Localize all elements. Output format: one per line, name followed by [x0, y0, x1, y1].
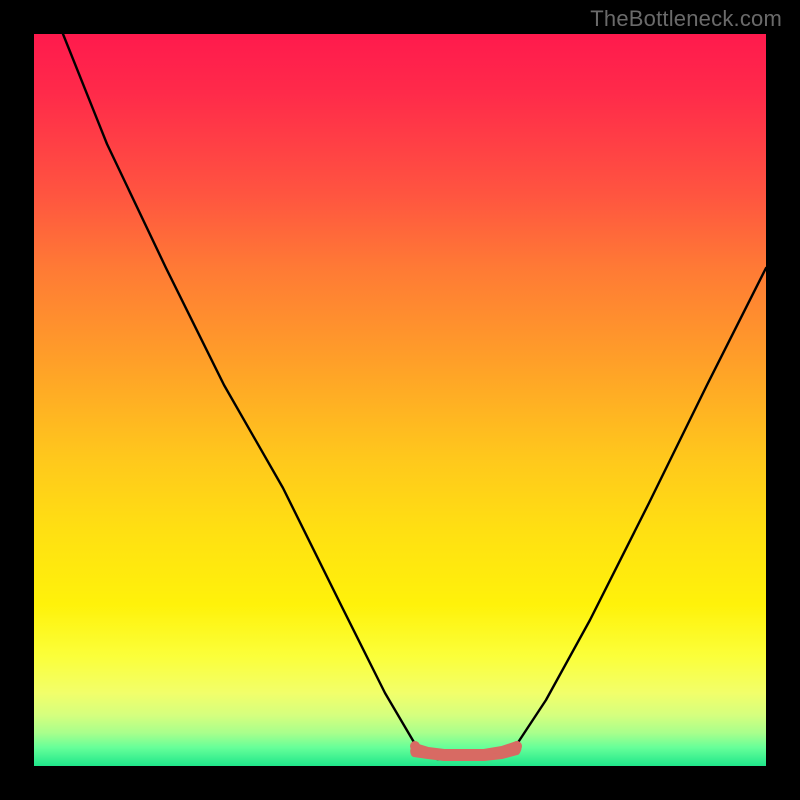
valley-dot-right	[512, 741, 522, 751]
plot-area	[34, 34, 766, 766]
valley-dot-left	[410, 741, 420, 751]
valley-marker	[413, 744, 518, 758]
bottleneck-curve	[63, 34, 766, 759]
curve-layer	[34, 34, 766, 766]
attribution-label: TheBottleneck.com	[590, 6, 782, 32]
chart-frame: TheBottleneck.com	[0, 0, 800, 800]
